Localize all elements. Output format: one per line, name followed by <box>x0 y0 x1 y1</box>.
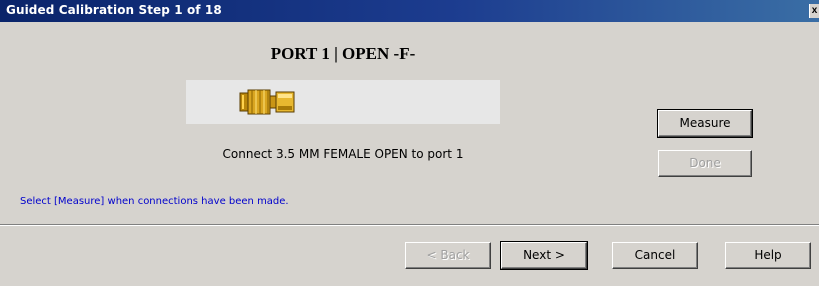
connection-instruction: Connect 3.5 MM FEMALE OPEN to port 1 <box>222 147 464 161</box>
port-title: PORT 1 | OPEN -F- <box>270 44 416 63</box>
back-button[interactable]: < Back <box>405 242 491 269</box>
done-button[interactable]: Done <box>658 150 752 177</box>
measure-button[interactable]: Measure <box>657 109 753 138</box>
window-title: Guided Calibration Step 1 of 18 <box>6 3 222 17</box>
connector-icon <box>239 89 295 115</box>
cancel-button[interactable]: Cancel <box>612 242 698 269</box>
footer-separator <box>0 224 819 226</box>
calibration-dialog: Guided Calibration Step 1 of 18 x PORT 1… <box>0 0 819 286</box>
help-button[interactable]: Help <box>725 242 811 269</box>
connector-image-panel <box>186 80 500 124</box>
close-icon[interactable]: x <box>809 4 819 18</box>
title-bar[interactable]: Guided Calibration Step 1 of 18 x <box>0 0 819 22</box>
next-button[interactable]: Next > <box>500 241 588 270</box>
status-message: Select [Measure] when connections have b… <box>20 196 289 207</box>
